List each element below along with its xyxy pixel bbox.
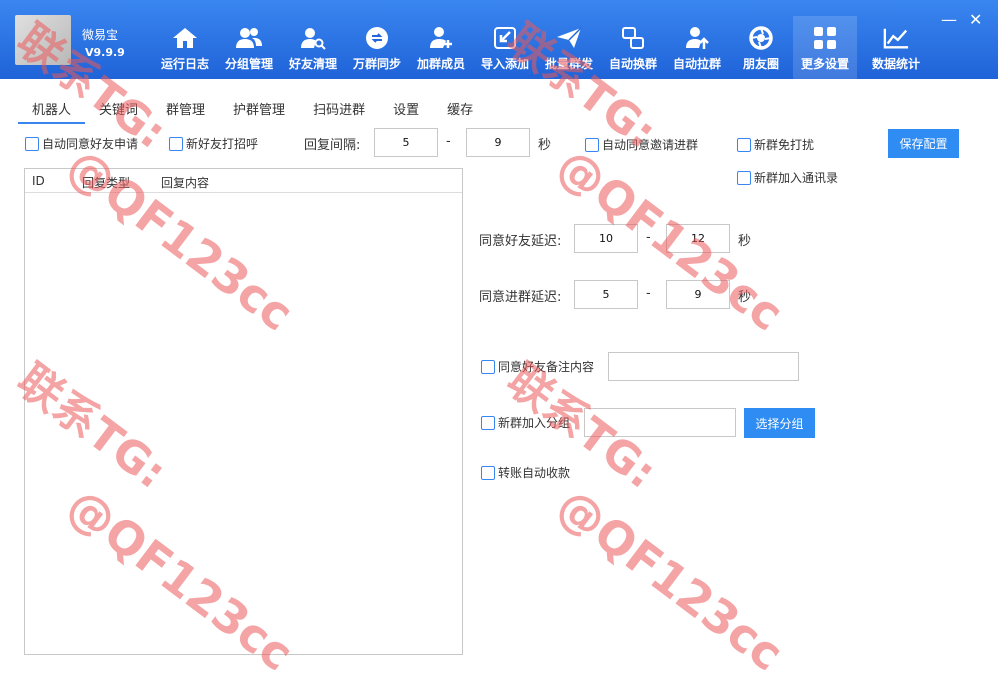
tab-settings[interactable]: 设置: [379, 100, 433, 124]
nav-more-settings[interactable]: 更多设置: [793, 16, 857, 79]
nav-run-log[interactable]: 运行日志: [153, 16, 217, 79]
group-delay-min-input[interactable]: [574, 280, 638, 309]
auto-receive-transfer-checkbox[interactable]: 转账自动收款: [481, 464, 570, 481]
watermark: 联系TG: @QF123cc: [497, 354, 794, 682]
new-group-contacts-checkbox[interactable]: 新群加入通讯录: [737, 169, 838, 186]
users-icon: [236, 25, 262, 51]
sync-icon: [364, 25, 390, 51]
minimize-button[interactable]: —: [941, 10, 957, 29]
send-icon: [556, 25, 582, 51]
select-group-button[interactable]: 选择分组: [744, 408, 815, 438]
auto-accept-friend-checkbox[interactable]: 自动同意好友申请: [25, 135, 138, 152]
title-bar: 微易宝 V9.9.9 运行日志 分组管理 好友清理 万群同步 加群成员 导入添加…: [0, 0, 998, 79]
nav-data-stats[interactable]: 数据统计: [857, 16, 935, 79]
column-reply-type: 回复类型: [82, 176, 131, 190]
checkbox-box: [169, 136, 183, 151]
seconds-label: 秒: [538, 138, 552, 153]
grid-icon: [812, 25, 838, 51]
nav-group-sync[interactable]: 万群同步: [345, 16, 409, 79]
reply-table[interactable]: ID 回复类型 回复内容: [24, 168, 463, 655]
checkbox-box: [481, 465, 495, 480]
checkbox-box: [737, 137, 751, 152]
auto-accept-invite-checkbox[interactable]: 自动同意邀请进群: [585, 136, 698, 153]
main-nav: 运行日志 分组管理 好友清理 万群同步 加群成员 导入添加 批量群发 自动换群 …: [153, 16, 935, 79]
app-name: 微易宝: [82, 28, 119, 42]
user-add-icon: [428, 25, 454, 51]
tab-keywords[interactable]: 关键词: [85, 100, 152, 124]
tab-group-manage[interactable]: 群管理: [152, 100, 219, 124]
group-delay-label: 同意进群延迟:: [479, 290, 562, 305]
settings-tabs: 机器人 关键词 群管理 护群管理 扫码进群 设置 缓存: [18, 100, 487, 124]
seconds-label: 秒: [738, 290, 752, 305]
group-name-input[interactable]: [584, 408, 736, 437]
tab-scan-join[interactable]: 扫码进群: [299, 100, 379, 124]
seconds-label: 秒: [738, 234, 752, 249]
checkbox-box: [737, 170, 751, 185]
checkbox-box: [481, 359, 495, 374]
column-reply-content: 回复内容: [161, 176, 210, 190]
range-dash: -: [646, 230, 651, 245]
new-group-no-disturb-checkbox[interactable]: 新群免打扰: [737, 136, 814, 153]
group-delay-max-input[interactable]: [666, 280, 730, 309]
app-version: V9.9.9: [85, 46, 125, 59]
range-dash: -: [446, 134, 451, 149]
home-icon: [172, 25, 198, 51]
range-dash: -: [646, 286, 651, 301]
nav-moments[interactable]: 朋友圈: [729, 16, 793, 79]
reply-interval-min-input[interactable]: [374, 128, 438, 157]
tab-robot[interactable]: 机器人: [18, 100, 86, 124]
save-config-button[interactable]: 保存配置: [888, 129, 959, 158]
user-up-icon: [684, 25, 710, 51]
nav-group-manage[interactable]: 分组管理: [217, 16, 281, 79]
friend-delay-label: 同意好友延迟:: [479, 234, 562, 249]
nav-auto-pull-group[interactable]: 自动拉群: [665, 16, 729, 79]
swap-icon: [620, 25, 646, 51]
nav-add-group-members[interactable]: 加群成员: [409, 16, 473, 79]
friend-note-checkbox[interactable]: 同意好友备注内容: [481, 358, 594, 375]
nav-import-add[interactable]: 导入添加: [473, 16, 537, 79]
reply-interval-max-input[interactable]: [466, 128, 530, 157]
checkbox-box: [481, 415, 495, 430]
checkbox-box: [585, 137, 599, 152]
new-group-join-group-checkbox[interactable]: 新群加入分组: [481, 414, 570, 431]
column-id: ID: [32, 174, 45, 188]
app-logo: [15, 15, 71, 65]
nav-auto-switch-group[interactable]: 自动换群: [601, 16, 665, 79]
checkbox-box: [25, 136, 39, 151]
tab-cache[interactable]: 缓存: [433, 100, 487, 124]
friend-delay-max-input[interactable]: [666, 224, 730, 253]
nav-bulk-send[interactable]: 批量群发: [537, 16, 601, 79]
reply-interval-label: 回复间隔:: [304, 138, 361, 153]
chart-icon: [883, 25, 909, 51]
table-header: ID 回复类型 回复内容: [25, 169, 462, 193]
friend-delay-min-input[interactable]: [574, 224, 638, 253]
tab-group-protect[interactable]: 护群管理: [219, 100, 299, 124]
greet-new-friend-checkbox[interactable]: 新好友打招呼: [169, 135, 258, 152]
friend-note-input[interactable]: [608, 352, 799, 381]
close-button[interactable]: ✕: [969, 10, 982, 29]
aperture-icon: [748, 25, 774, 51]
user-search-icon: [300, 25, 326, 51]
nav-friend-clean[interactable]: 好友清理: [281, 16, 345, 79]
import-icon: [492, 25, 518, 51]
